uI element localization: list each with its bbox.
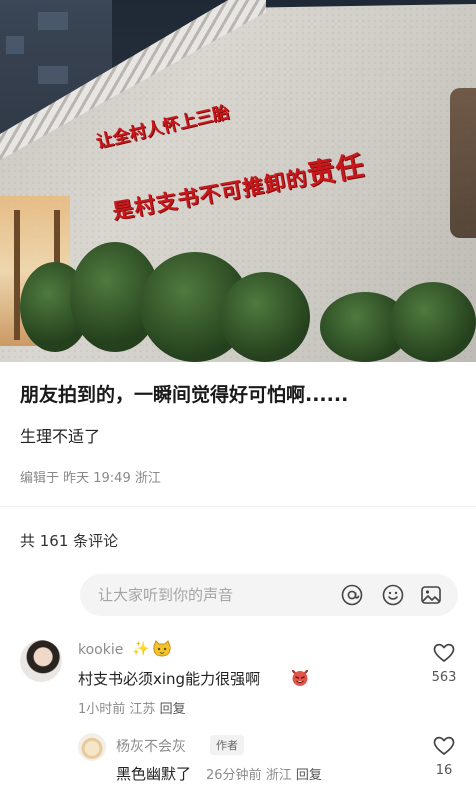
reply-location: 浙江: [265, 768, 292, 783]
building-window: [38, 66, 68, 84]
section-divider: [0, 506, 476, 507]
at-icon[interactable]: [340, 583, 364, 607]
comments-count: 共 161 条评论: [20, 532, 119, 550]
author-badge: 作者: [210, 735, 244, 755]
heart-icon[interactable]: [433, 643, 455, 663]
tree-trunk: [450, 88, 476, 238]
reply-button[interactable]: 回复: [296, 768, 322, 783]
like-count: 563: [431, 670, 457, 685]
heart-icon[interactable]: [433, 736, 455, 756]
avatar[interactable]: [78, 733, 106, 761]
wall-slogan-line-2-part-2: 责任: [304, 148, 368, 192]
post-title: 朋友拍到的，一瞬间觉得好可怕啊......: [20, 384, 349, 406]
image-icon[interactable]: [419, 583, 443, 607]
cat-face-icon: [152, 640, 172, 658]
sparkles-icon: ✨: [132, 641, 150, 657]
avatar[interactable]: [20, 640, 62, 682]
post-photo[interactable]: 让全村人怀上三胎 是村支书不可推卸的责任: [0, 0, 476, 362]
post-body: 生理不适了: [20, 427, 101, 446]
building-window: [6, 36, 24, 54]
shrub: [220, 272, 310, 362]
reply-meta: 26分钟前 浙江 回复: [206, 764, 322, 783]
reply-text: 黑色幽默了: [116, 765, 192, 783]
comment-location: 江苏: [129, 702, 156, 717]
comment-text: 村支书必须xing能力很强啊: [78, 670, 261, 688]
comment-meta: 1小时前 江苏 回复: [78, 698, 186, 717]
reply-button[interactable]: 回复: [160, 702, 186, 717]
shrubs: [20, 232, 476, 362]
post-edit-meta: 编辑于 昨天 19:49 浙江: [20, 471, 161, 486]
comment-username[interactable]: kookie: [78, 642, 123, 658]
shrub: [390, 282, 476, 362]
devil-face-icon: [290, 667, 310, 687]
building-window: [38, 12, 68, 30]
reply-username[interactable]: 杨灰不会灰: [116, 736, 186, 756]
emoji-icon[interactable]: [381, 583, 405, 607]
like-count: 16: [435, 763, 453, 778]
reply-time: 26分钟前: [206, 768, 262, 783]
comment-time: 1小时前: [78, 702, 126, 717]
